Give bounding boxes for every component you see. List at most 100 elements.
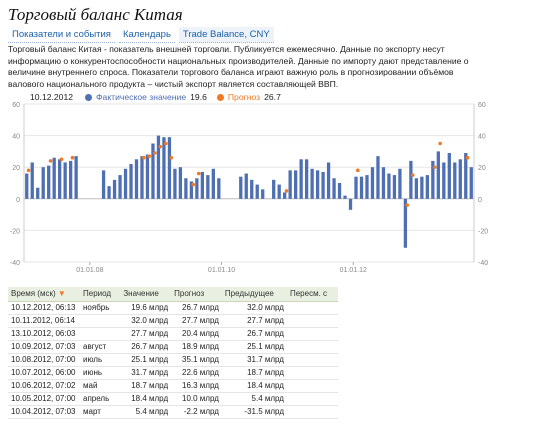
bar-actual [167,137,172,199]
bar-actual [343,195,347,199]
bar-actual [239,176,243,199]
row-value: 5.4 млрд [120,405,172,419]
y-tick-label-left: 60 [12,102,20,109]
header-revised[interactable]: Пересм. с [286,287,338,302]
y-tick-label-right: 20 [478,165,486,172]
forecast-point [191,182,195,187]
table-row: 10.12.2012, 06:13 ноябрь 19.6 млрд 26.7 млр… [8,301,338,315]
bar-actual [464,152,468,199]
row-forecast: 20.4 млрд [171,327,222,341]
bar-actual [283,192,287,199]
y-tick-label-left: 40 [12,134,20,141]
bar-actual [337,183,342,199]
bar-actual [332,178,336,199]
row-forecast: 18.9 млрд [171,340,222,354]
y-tick-label-right: -40 [478,260,488,267]
x-tick-label: 01.01.12 [340,267,367,274]
bar-actual [420,176,424,199]
row-previous: 31.7 млрд [221,353,287,367]
bar-actual [173,168,177,199]
bar-actual [354,176,358,199]
bar-actual [398,168,402,199]
bar-actual [162,137,166,199]
forecast-point [356,168,360,173]
bar-actual [134,159,139,199]
tab-bar: Показатели и события Календарь Trade Bal… [8,27,274,43]
row-period: май [80,379,121,393]
sort-desc-icon: ▼ [57,289,66,299]
bar-actual [41,167,45,199]
header-value[interactable]: Значение [120,287,172,302]
bar-actual [129,164,133,199]
row-period: ноябрь [80,301,121,315]
row-period: апрель [80,392,121,406]
bar-actual [458,159,462,199]
row-period [80,314,121,328]
bar-actual [348,198,353,210]
row-value: 18.4 млрд [120,392,172,406]
row-previous: 26.7 млрд [221,327,287,341]
row-time: 10.05.2012, 07:00 [8,392,80,406]
bar-actual [195,178,199,199]
y-tick-label-right: 40 [478,134,486,141]
y-tick-label-right: 0 [478,197,482,204]
tab-indicators-events[interactable]: Показатели и события [8,27,115,43]
bar-actual [359,176,364,199]
row-value: 31.7 млрд [120,366,172,380]
history-table: Время (мск) ▼ Период Значение Прогноз Пр… [8,287,338,419]
forecast-point [152,151,157,155]
x-tick-label: 01.01.08 [76,267,103,274]
forecast-point [147,154,152,158]
forecast-point [438,141,442,146]
row-forecast: 10.0 млрд [171,392,222,406]
bar-actual [255,184,259,199]
bar-actual [272,179,276,199]
forecast-point [405,203,410,207]
page-title: Торговый баланс Китая [8,5,183,24]
bar-actual [425,175,429,199]
trade-balance-chart: -40 -40 -20 -20 0 0 20 20 40 40 60 60 01.01.08 01.01.… [10,102,488,274]
row-forecast: 22.6 млрд [171,366,222,380]
bar-actual [250,179,254,199]
bar-actual [244,173,248,199]
row-value: 25.1 млрд [120,353,172,367]
y-tick-label-left: 0 [16,197,20,204]
forecast-point [26,168,31,173]
bar-actual [381,167,386,199]
table-row: 10.05.2012, 07:00 апрель 18.4 млрд 10.0 млр… [8,392,338,406]
header-period[interactable]: Период [80,287,121,302]
row-period: март [80,405,121,419]
row-previous: 5.4 млрд [221,392,287,406]
row-time: 10.08.2012, 07:00 [8,353,80,367]
tab-calendar[interactable]: Календарь [118,27,175,43]
row-time: 10.07.2012, 06:00 [8,366,80,380]
bar-actual [436,151,440,199]
header-time[interactable]: Время (мск) ▼ [8,287,80,302]
table-row: 13.10.2012, 06:03 27.7 млрд 20.4 млрд 26.7 … [8,327,338,341]
header-forecast[interactable]: Прогноз [171,287,222,302]
table-row: 10.08.2012, 07:00 июль 25.1 млрд 35.1 млрд 3… [8,353,338,367]
bar-actual [299,159,303,199]
header-previous[interactable]: Предыдущее [221,287,287,302]
y-tick-label-left: -40 [10,260,20,267]
row-period [80,327,121,341]
bar-actual [63,162,67,199]
row-forecast: 26.7 млрд [171,301,222,315]
row-previous: 18.7 млрд [221,366,287,380]
forecast-point [141,155,146,160]
tab-trade-balance-cny[interactable]: Trade Balance, CNY [178,27,274,43]
row-revised [286,314,338,328]
bar-actual [178,167,183,199]
bar-actual [200,171,204,199]
bar-actual [140,156,144,199]
row-previous: 25.1 млрд [221,340,287,354]
bar-actual [304,159,309,199]
forecast-point [169,155,174,160]
bar-actual [315,170,320,199]
table-row: 10.09.2012, 07:03 август 26.7 млрд 18.9 млр… [8,340,338,354]
bar-actual [184,178,188,199]
bar-actual [376,156,380,199]
bar-actual [107,186,111,199]
row-revised [286,392,338,406]
row-value: 19.6 млрд [120,301,172,315]
